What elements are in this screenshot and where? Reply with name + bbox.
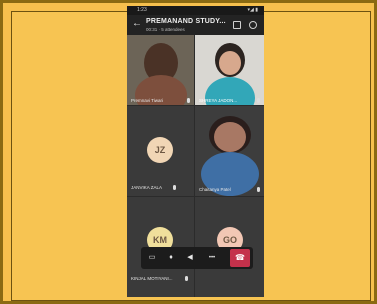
mic-icon <box>187 98 190 103</box>
microphone-icon[interactable]: ♦ <box>166 253 176 263</box>
participant-video-face <box>219 51 241 75</box>
participants-icon[interactable] <box>249 21 257 29</box>
meeting-title: PREMANAND STUDY... <box>146 18 226 25</box>
meeting-subtitle: 00:31 · 5 attendees <box>146 27 185 32</box>
status-bar: 1:23 ▾◢ ▮ <box>127 6 264 15</box>
participant-tile[interactable]: SHREYA JADON... <box>195 35 264 105</box>
hang-up-button[interactable]: ☎ <box>230 249 250 267</box>
avatar: JZ <box>147 137 173 163</box>
participant-name: Premnavi Tiwari <box>131 98 164 103</box>
more-options-icon[interactable]: ••• <box>204 253 220 263</box>
speaker-icon[interactable]: ◀ <box>185 253 195 263</box>
participant-name: Chaitanya Patel <box>199 187 231 192</box>
participant-tile[interactable]: Chaitanya Patel <box>195 106 264 196</box>
meeting-header: ← PREMANAND STUDY... 00:31 · 5 attendees <box>127 15 264 35</box>
status-time: 1:23 <box>137 7 147 13</box>
call-controls: ▭ ♦ ◀ ••• ☎ <box>141 247 253 269</box>
participant-name: SHREYA JADON... <box>199 98 238 103</box>
mic-icon <box>257 98 260 103</box>
participant-video-face <box>214 122 246 152</box>
mic-icon <box>185 276 188 281</box>
chat-icon[interactable] <box>233 21 241 29</box>
participant-name: JANVIKA ZALA <box>131 185 163 190</box>
participant-tile[interactable]: JZ JANVIKA ZALA <box>127 106 194 196</box>
phone-screen: 1:23 ▾◢ ▮ ← PREMANAND STUDY... 00:31 · 5… <box>127 6 264 297</box>
mic-icon <box>257 187 260 192</box>
status-icons: ▾◢ ▮ <box>247 7 259 13</box>
camera-icon[interactable]: ▭ <box>147 253 157 263</box>
participant-tile[interactable]: Premnavi Tiwari <box>127 35 194 105</box>
participant-name: KINJAL MOTIYANI... <box>131 276 173 281</box>
mic-icon <box>173 185 176 190</box>
back-arrow-icon[interactable]: ← <box>132 18 142 30</box>
